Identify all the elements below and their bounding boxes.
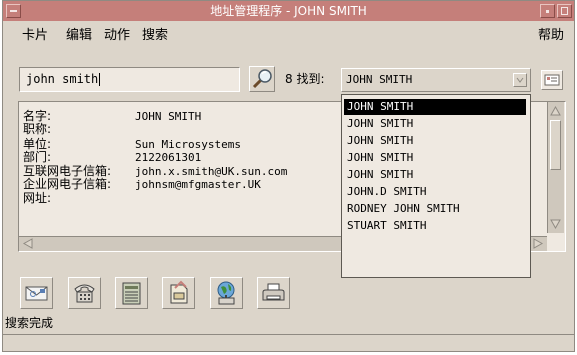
phone-icon xyxy=(74,284,95,303)
vertical-scroll-thumb[interactable] xyxy=(550,120,561,170)
card-button[interactable] xyxy=(162,277,195,309)
field-label-department: 部门: xyxy=(23,150,52,164)
field-label-enterprise-email: 企业网电子信箱: xyxy=(23,177,112,191)
results-combo[interactable]: JOHN SMITH xyxy=(341,68,531,92)
mail-icon xyxy=(25,286,48,301)
title-bar[interactable]: 地址管理程序 - JOHN SMITH xyxy=(3,1,574,21)
menu-help[interactable]: 帮助 xyxy=(538,28,564,44)
scroll-down-icon xyxy=(550,219,561,230)
window-title: 地址管理程序 - JOHN SMITH xyxy=(210,4,367,18)
status-text: 搜索完成 xyxy=(5,316,54,330)
vertical-scrollbar[interactable] xyxy=(547,102,564,233)
results-list-item[interactable]: RODNEY JOHN SMITH xyxy=(344,201,526,217)
menu-bar: 卡片 编辑 动作 搜索 帮助 xyxy=(3,22,574,50)
results-list-item[interactable]: STUART SMITH xyxy=(344,218,526,234)
field-value-internet-email[interactable]: john.x.smith@UK.sun.com xyxy=(135,165,287,178)
scroll-right-icon xyxy=(533,238,544,249)
field-label-title: 职称: xyxy=(23,122,52,136)
scroll-left-icon xyxy=(22,238,33,249)
results-list-item[interactable]: JOHN SMITH xyxy=(344,99,526,115)
results-list-item[interactable]: JOHN SMITH xyxy=(344,150,526,166)
combo-arrow-button[interactable] xyxy=(513,73,527,87)
calendar-button[interactable] xyxy=(115,277,148,309)
view-card-button[interactable] xyxy=(541,70,563,90)
status-bar xyxy=(3,334,574,352)
search-input[interactable]: john smith xyxy=(19,67,240,92)
card-icon xyxy=(170,280,188,304)
search-button[interactable] xyxy=(249,66,275,92)
maximize-icon xyxy=(561,7,568,15)
results-list-item[interactable]: JOHN SMITH xyxy=(344,133,526,149)
minimize-button[interactable] xyxy=(540,4,555,18)
text-caret xyxy=(99,73,101,86)
results-dropdown-list[interactable]: JOHN SMITH JOHN SMITH JOHN SMITH JOHN SM… xyxy=(341,94,531,278)
results-list-item[interactable]: JOHN.D SMITH xyxy=(344,184,526,200)
app-window: 地址管理程序 - JOHN SMITH 卡片 编辑 动作 搜索 帮助 john … xyxy=(2,0,575,352)
magnifier-icon xyxy=(252,69,272,89)
maximize-button[interactable] xyxy=(557,4,572,18)
field-label-url: 网址: xyxy=(23,191,52,205)
mail-button[interactable] xyxy=(20,277,53,309)
menu-actions[interactable]: 动作 xyxy=(104,28,130,44)
field-value-company: Sun Microsystems xyxy=(135,138,241,151)
printer-icon xyxy=(262,283,285,301)
print-button[interactable] xyxy=(257,277,290,309)
menu-edit[interactable]: 编辑 xyxy=(66,28,92,44)
chevron-down-icon xyxy=(516,77,524,83)
results-combo-value: JOHN SMITH xyxy=(346,73,413,86)
field-value-department: 2122061301 xyxy=(135,151,202,164)
phone-button[interactable] xyxy=(68,277,101,309)
menu-card[interactable]: 卡片 xyxy=(22,28,48,44)
web-button[interactable] xyxy=(210,277,243,309)
calendar-icon xyxy=(122,282,141,305)
minimize-icon xyxy=(546,10,549,13)
scroll-up-icon xyxy=(550,105,561,116)
menu-search[interactable]: 搜索 xyxy=(142,28,168,44)
results-list-item[interactable]: JOHN SMITH xyxy=(344,116,526,132)
search-input-text: john smith xyxy=(26,72,99,86)
card-view-icon xyxy=(544,74,560,86)
globe-icon xyxy=(217,281,235,305)
found-count-label: 8 找到: xyxy=(285,72,325,86)
field-value-name: JOHN SMITH xyxy=(135,110,202,123)
results-list-item[interactable]: JOHN SMITH xyxy=(344,167,526,183)
field-value-enterprise-email[interactable]: johnsm@mfgmaster.UK xyxy=(135,178,261,191)
